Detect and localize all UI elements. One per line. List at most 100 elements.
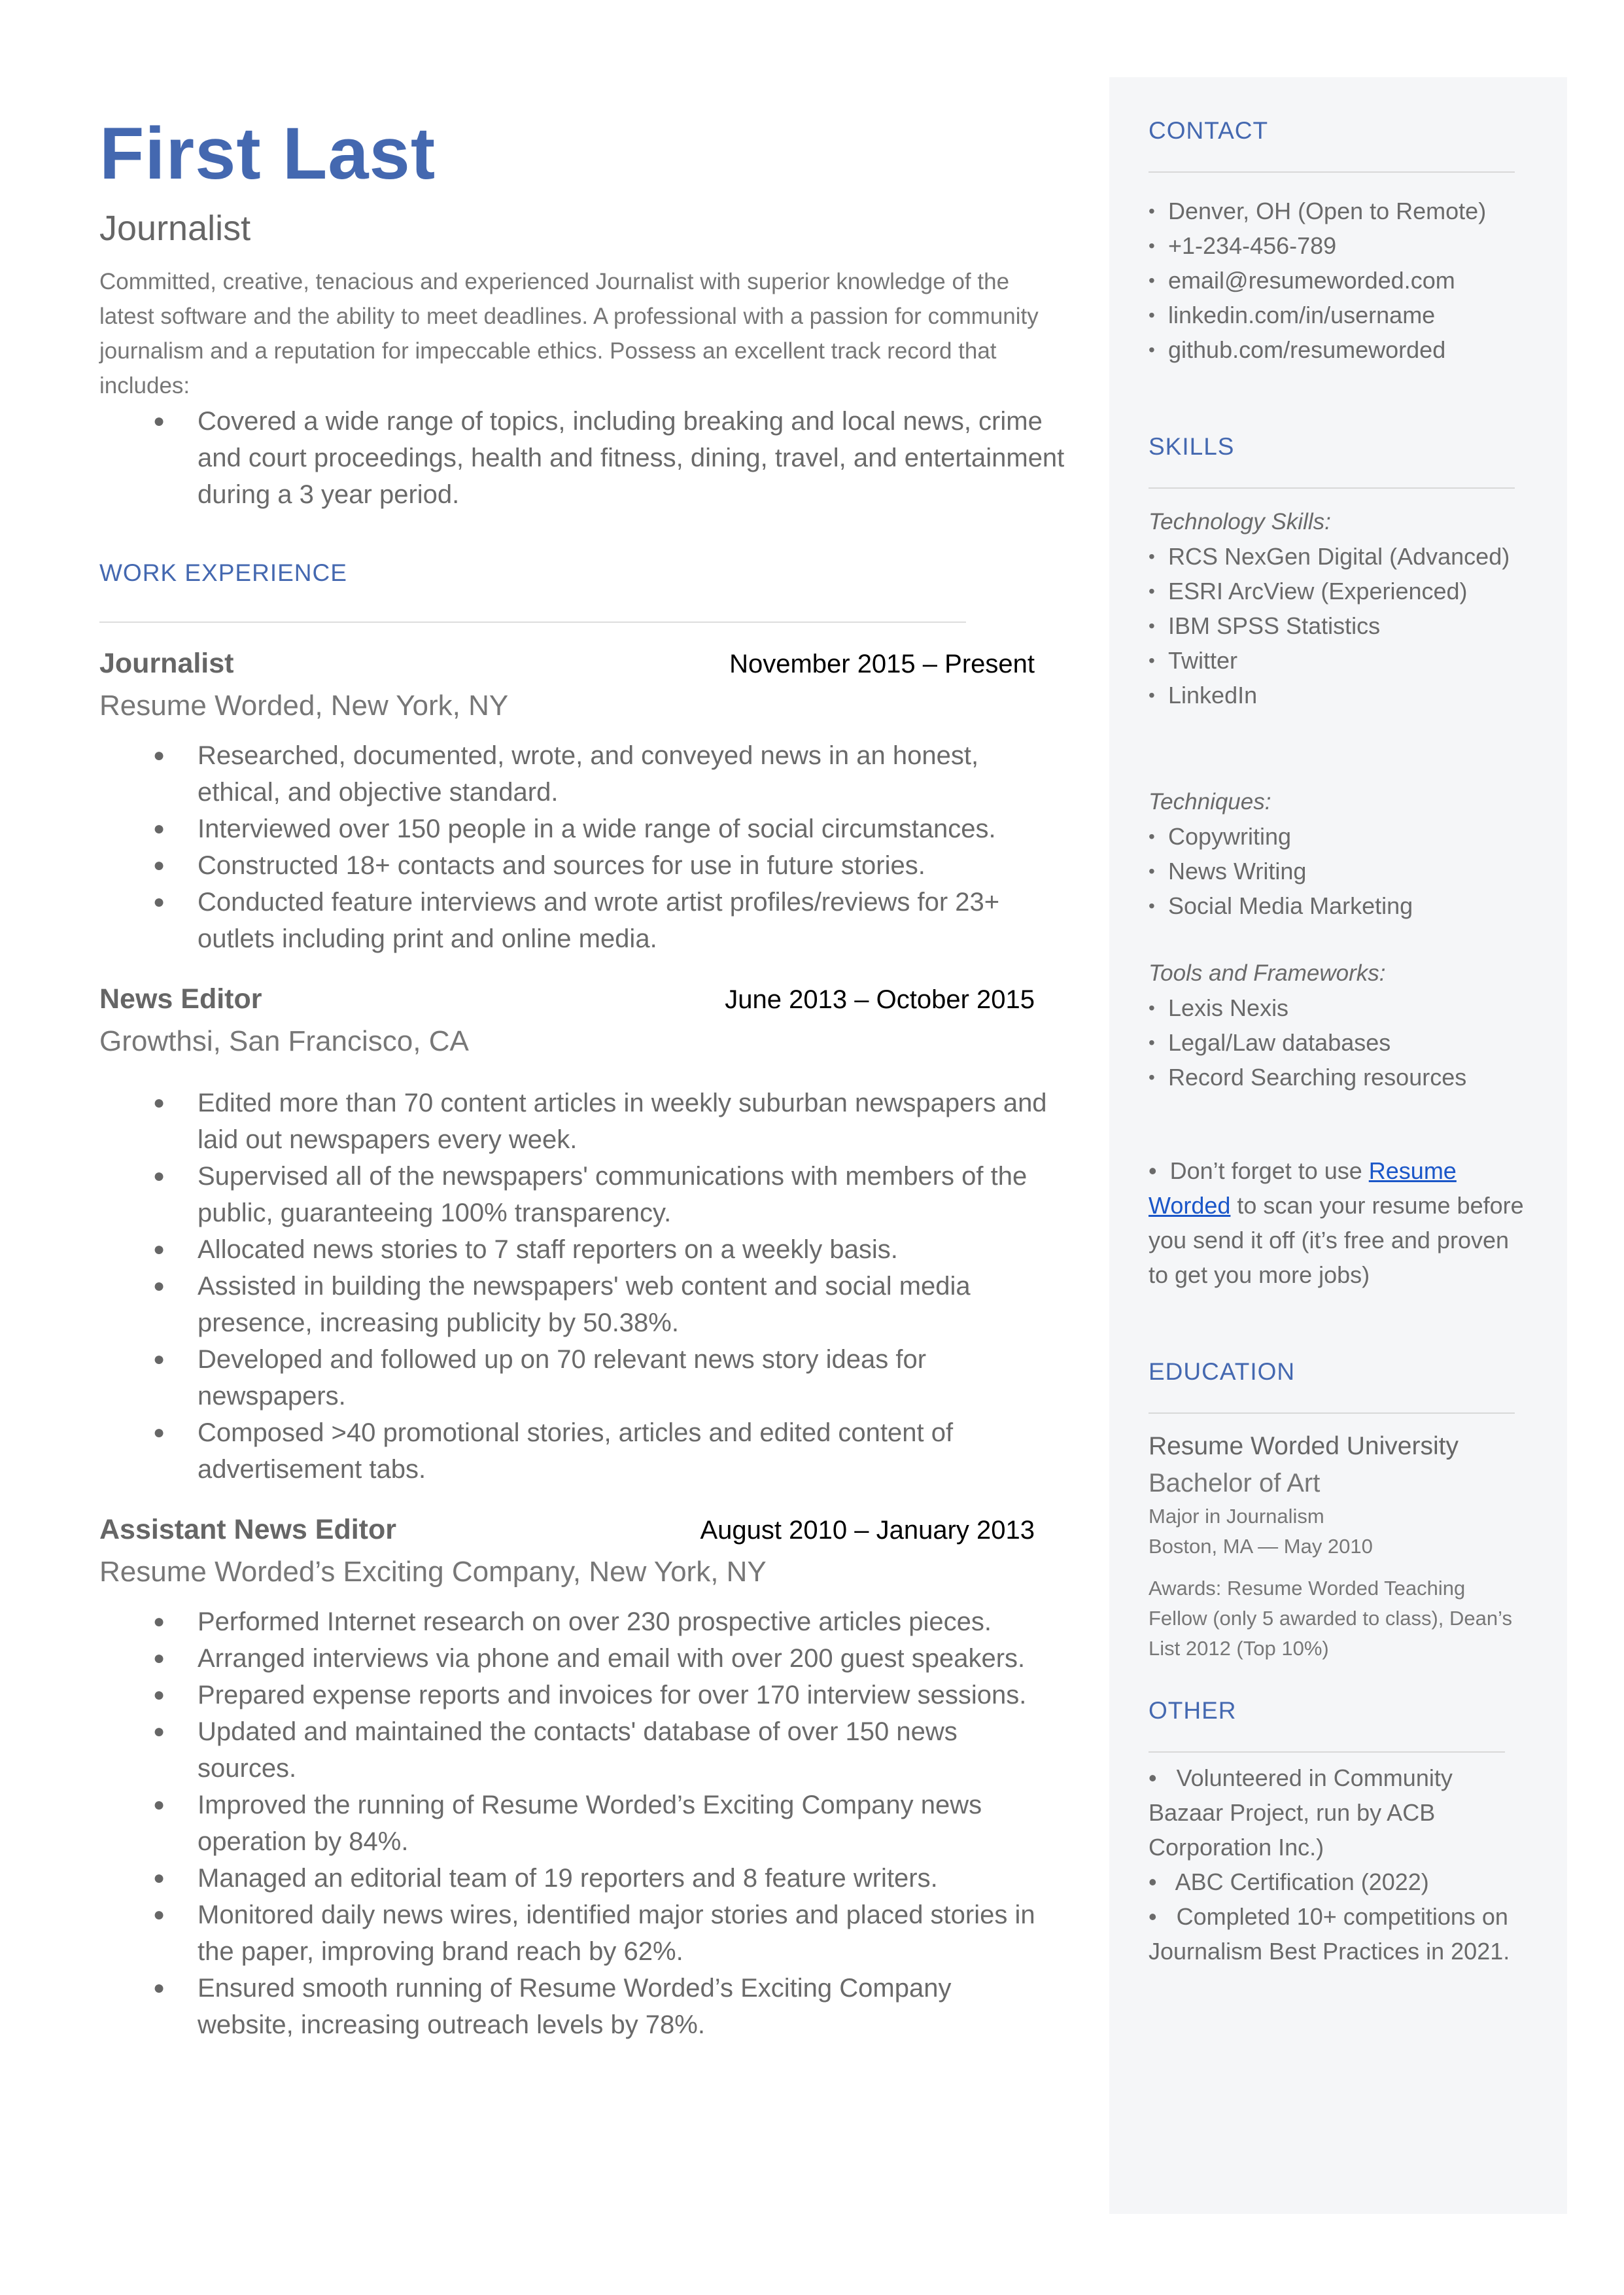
bullet-icon: • — [1149, 998, 1155, 1018]
job-company: Resume Worded’s Exciting Company, New Yo… — [99, 1556, 767, 1588]
other-list: • Volunteered in Community Bazaar Projec… — [1149, 1761, 1528, 1969]
contact-list: • Denver, OH (Open to Remote) • +1-234-456-… — [1149, 194, 1528, 367]
school-name: Resume Worded University — [1149, 1432, 1459, 1460]
contact-item[interactable]: • github.com/resumeworded — [1149, 332, 1528, 367]
summary-bullets: ● Covered a wide range of topics, includi… — [99, 403, 1074, 513]
skill-text: News Writing — [1168, 858, 1307, 885]
bullet-text: Composed >40 promotional stories, articl… — [198, 1418, 954, 1484]
bullet-text: Interviewed over 150 people in a wide ra… — [198, 815, 996, 843]
job-bullet: ● Assisted in building the newspapers' we… — [99, 1268, 1048, 1341]
skill-text: Twitter — [1168, 647, 1238, 674]
bullet-icon: ● — [153, 1647, 165, 1669]
bullet-icon: • — [1149, 896, 1155, 916]
skill-text: Record Searching resources — [1168, 1064, 1467, 1091]
bullet-icon: • — [1149, 270, 1155, 290]
summary-bullet: ● Covered a wide range of topics, includi… — [99, 403, 1074, 513]
skill-text: LinkedIn — [1168, 682, 1258, 709]
contact-item[interactable]: • Denver, OH (Open to Remote) — [1149, 194, 1528, 228]
bullet-icon: ● — [153, 1165, 165, 1187]
degree: Bachelor of Art — [1149, 1469, 1321, 1498]
awards: Awards: Resume Worded Teaching Fellow (o… — [1149, 1577, 1512, 1660]
bullet-icon: ● — [153, 1684, 165, 1706]
job-bullet: ● Managed an editorial team of 19 reporte… — [99, 1860, 1048, 1897]
skill-text: Copywriting — [1168, 823, 1292, 850]
job-bullet: ● Developed and followed up on 70 relevan… — [99, 1341, 1048, 1414]
job-title: Journalist — [99, 648, 234, 679]
job-company: Growthsi, San Francisco, CA — [99, 1025, 469, 1057]
job-bullet: ● Composed >40 promotional stories, artic… — [99, 1414, 1048, 1488]
job-header: Assistant News Editor August 2010 – Janua… — [99, 1514, 1035, 1546]
job-entry: Assistant News Editor August 2010 – Janua… — [99, 1514, 1035, 2043]
bullet-icon: • — [1149, 616, 1155, 636]
bullet-icon: • — [1149, 305, 1155, 325]
bullet-icon: • — [1149, 826, 1155, 847]
job-bullet: ● Researched, documented, wrote, and conv… — [99, 737, 1048, 811]
skill-item: • Social Media Marketing — [1149, 888, 1528, 923]
job-bullet: ● Allocated news stories to 7 staff repor… — [99, 1231, 1048, 1268]
skill-text: IBM SPSS Statistics — [1168, 612, 1381, 639]
skill-text: Social Media Marketing — [1168, 892, 1413, 919]
bullet-text: Updated and maintained the contacts' dat… — [198, 1717, 958, 1783]
contact-title: CONTACT — [1149, 117, 1269, 144]
major: Major in Journalism — [1149, 1505, 1324, 1528]
job-entry: Journalist November 2015 – Present Resume … — [99, 648, 1035, 957]
bullet-icon: ● — [153, 891, 165, 913]
skill-item: • IBM SPSS Statistics — [1149, 608, 1528, 643]
divider — [1149, 171, 1515, 173]
skill-group: Tools and Frameworks: • Lexis Nexis • Legal/… — [1149, 956, 1528, 1095]
skill-item: • Twitter — [1149, 643, 1528, 678]
skill-group-label: Technology Skills: — [1149, 509, 1331, 534]
bullet-text: Assisted in building the newspapers' web… — [198, 1272, 971, 1337]
location-date: Boston, MA — May 2010 — [1149, 1535, 1373, 1558]
bullet-icon: • — [1149, 1868, 1175, 1895]
skill-list: • Copywriting • News Writing • Social Media M… — [1149, 819, 1528, 923]
main-column: First Last Journalist Committed, creativ… — [99, 111, 1064, 2043]
contact-item[interactable]: • email@resumeworded.com — [1149, 263, 1528, 298]
skill-item: • LinkedIn — [1149, 678, 1528, 712]
job-bullet: ● Arranged interviews via phone and email… — [99, 1640, 1048, 1677]
bullet-icon: ● — [153, 1092, 165, 1113]
bullet-text: Supervised all of the newspapers' commun… — [198, 1162, 1028, 1227]
job-dates: November 2015 – Present — [729, 650, 1035, 678]
bullet-icon: ● — [153, 1611, 165, 1632]
divider — [1149, 487, 1515, 489]
bullet-icon: ● — [153, 1238, 165, 1260]
bullet-icon: ● — [153, 1904, 165, 1925]
bullet-icon: ● — [153, 1422, 165, 1443]
contact-text: linkedin.com/in/username — [1168, 302, 1436, 328]
skill-group-label: Techniques: — [1149, 789, 1271, 815]
other-text: Volunteered in Community Bazaar Project,… — [1149, 1764, 1453, 1861]
education-title: EDUCATION — [1149, 1358, 1296, 1385]
job-bullet: ● Ensured smooth running of Resume Worded… — [99, 1970, 1048, 2043]
other-text: ABC Certification (2022) — [1175, 1868, 1429, 1895]
job-bullet: ● Monitored daily news wires, identified … — [99, 1897, 1048, 1970]
bullet-icon: • — [1149, 1764, 1177, 1791]
skill-item: • Legal/Law databases — [1149, 1025, 1528, 1060]
bullet-icon: • — [1149, 650, 1155, 671]
bullet-text: Ensured smooth running of Resume Worded’… — [198, 1974, 952, 2039]
job-header: Journalist November 2015 – Present — [99, 648, 1035, 680]
skill-list: • Lexis Nexis • Legal/Law databases • Record … — [1149, 990, 1528, 1095]
bullet-icon: • — [1149, 201, 1155, 221]
contact-item[interactable]: • linkedin.com/in/username — [1149, 298, 1528, 332]
job-entry: News Editor June 2013 – October 2015 Growt… — [99, 983, 1047, 1488]
job-bullet: ● Improved the running of Resume Worded’s… — [99, 1787, 1048, 1860]
divider — [99, 622, 966, 623]
job-bullet: ● Performed Internet research on over 230… — [99, 1603, 1048, 1640]
bullet-text: Constructed 18+ contacts and sources for… — [198, 851, 925, 880]
bullet-text: Allocated news stories to 7 staff report… — [198, 1235, 898, 1264]
bullet-icon: • — [1149, 861, 1155, 881]
skill-item: • Copywriting — [1149, 819, 1528, 854]
job-bullet: ● Edited more than 70 content articles in… — [99, 1085, 1048, 1158]
bullet-icon: ● — [153, 1348, 165, 1370]
other-title: OTHER — [1149, 1697, 1237, 1724]
candidate-name: First Last — [99, 113, 436, 194]
skills-title: SKILLS — [1149, 433, 1235, 460]
bullet-text: Improved the running of Resume Worded’s … — [198, 1791, 982, 1856]
contact-item[interactable]: • +1-234-456-789 — [1149, 228, 1528, 263]
bullet-text: Edited more than 70 content articles in … — [198, 1089, 1047, 1154]
bullet-icon: • — [1149, 1067, 1155, 1087]
skill-item: • Record Searching resources — [1149, 1060, 1528, 1095]
skill-item: • ESRI ArcView (Experienced) — [1149, 574, 1528, 608]
summary: Committed, creative, tenacious and exper… — [99, 269, 1039, 398]
